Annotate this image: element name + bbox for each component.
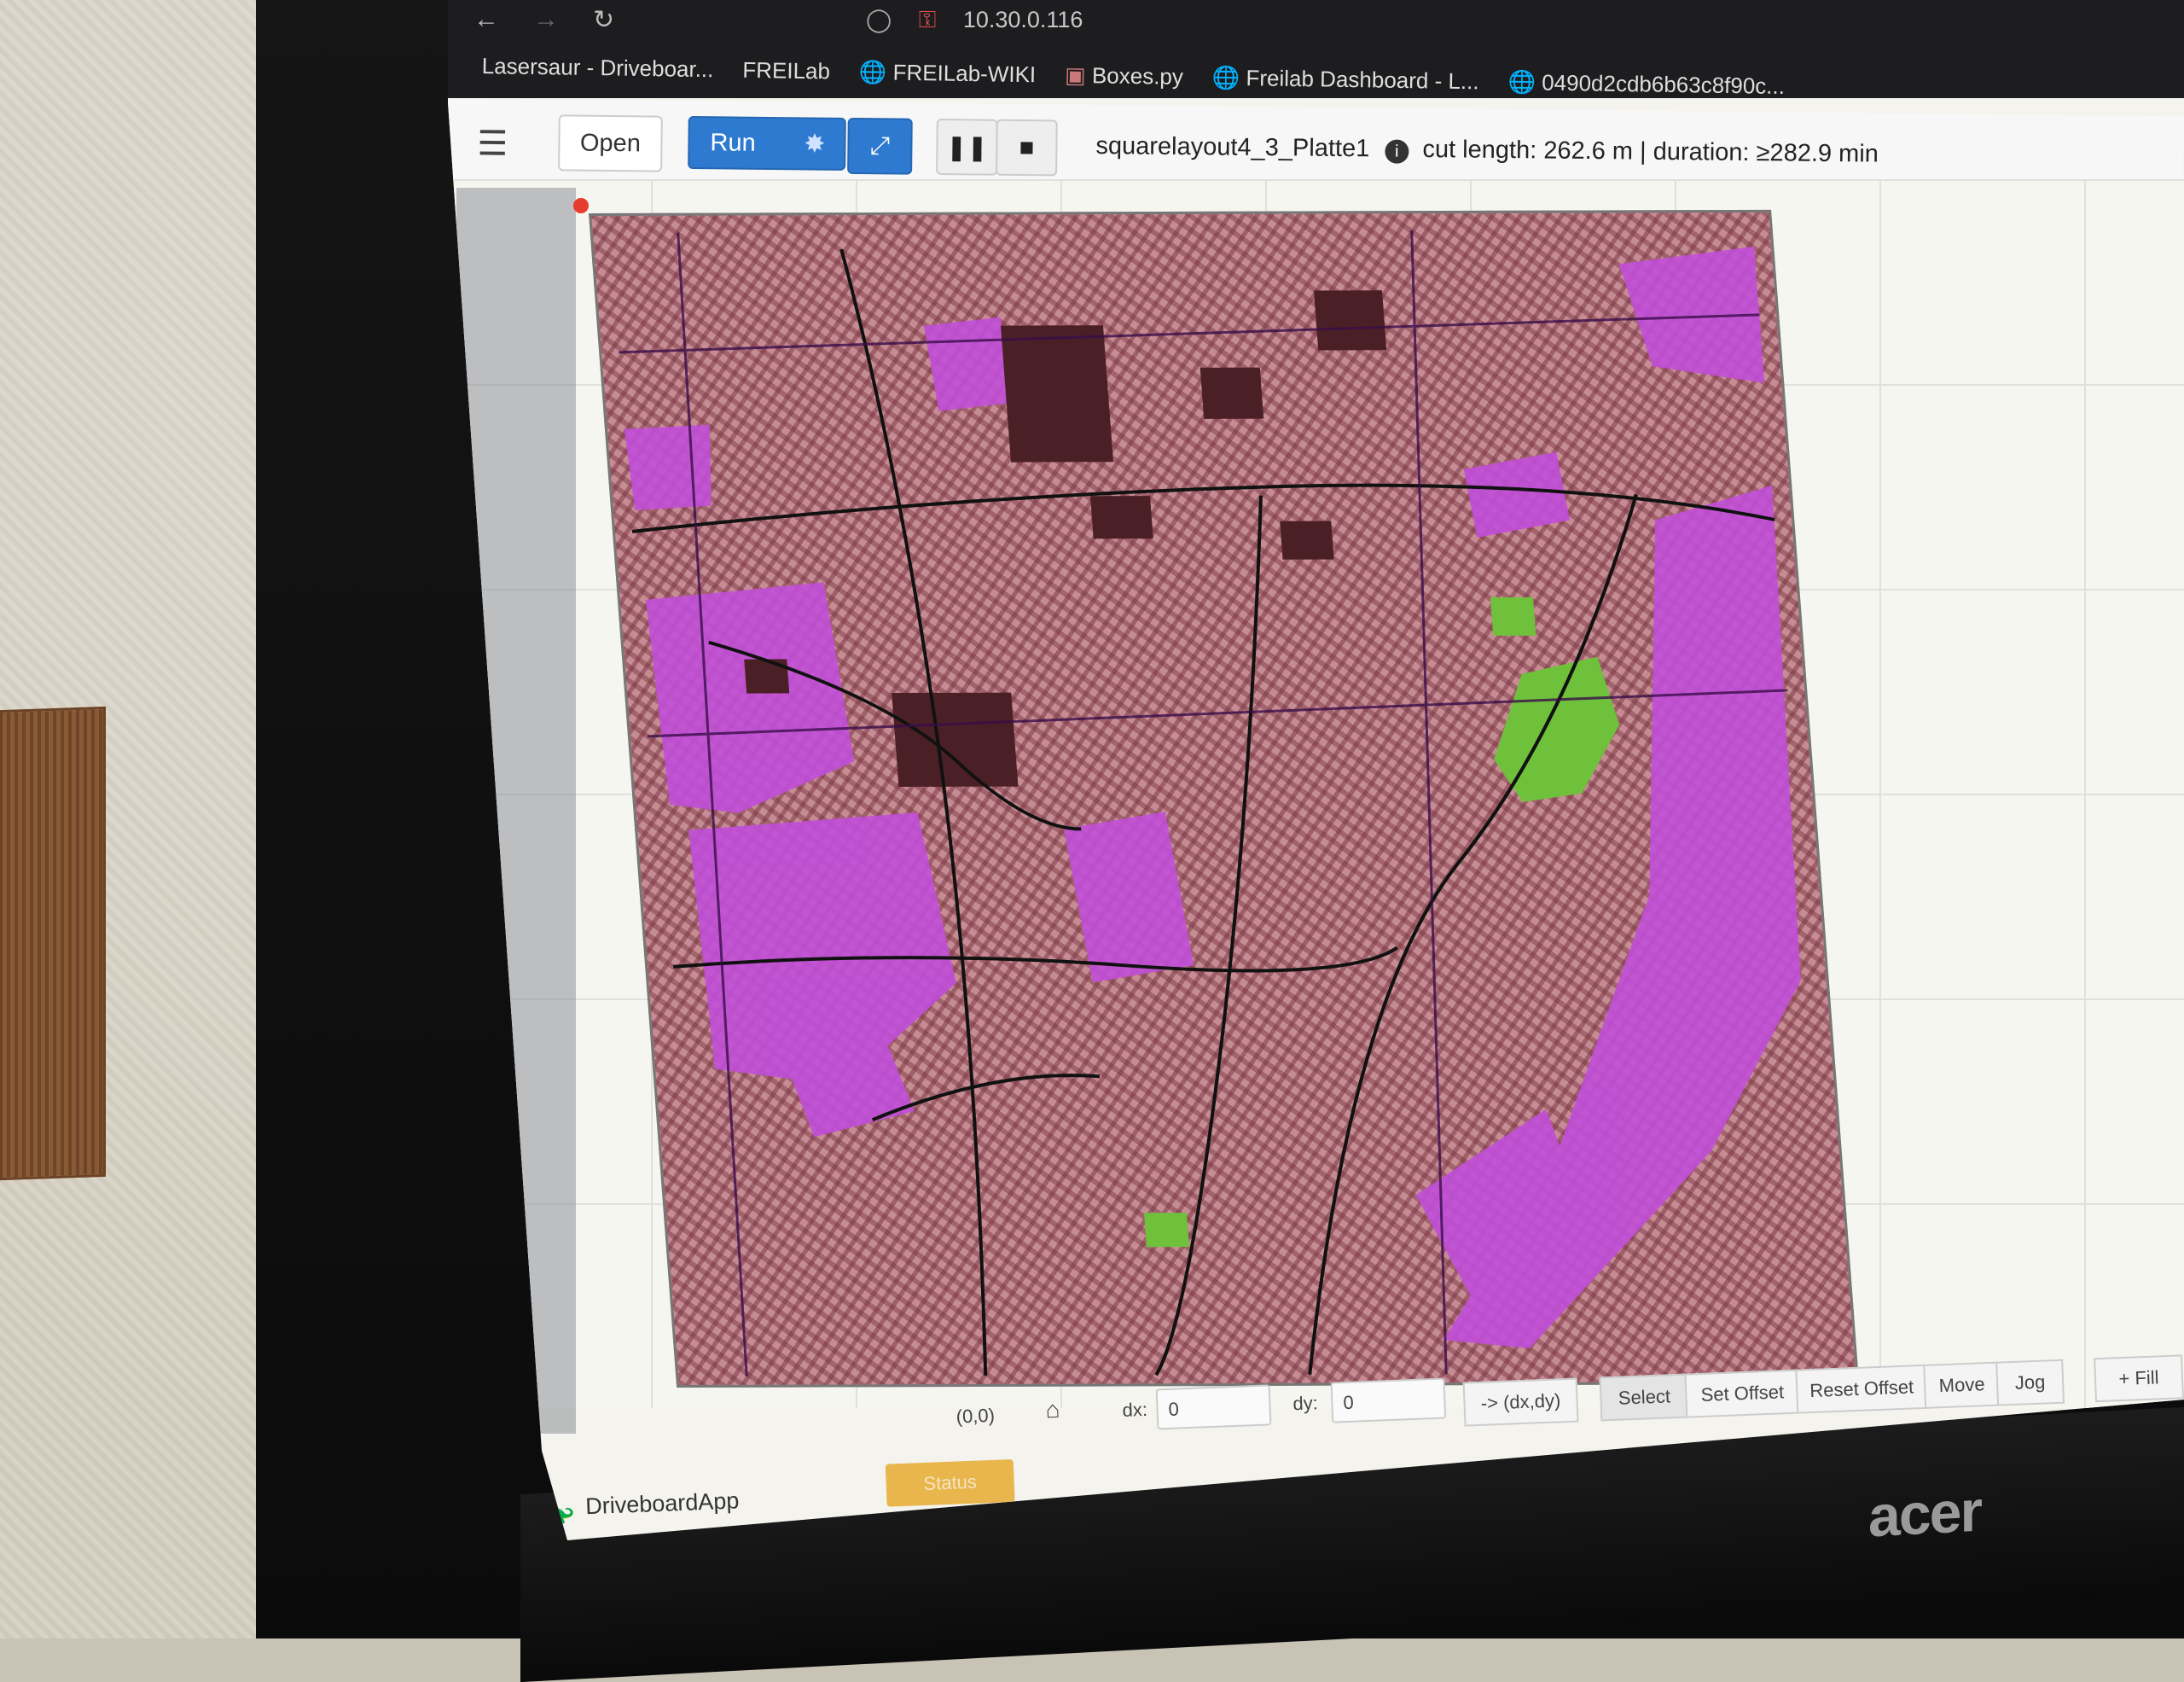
apply-offset-button[interactable]: -> (dx,dy) [1462,1377,1579,1427]
globe-icon: 🌐 [1211,64,1240,90]
building-block [1000,325,1113,463]
park-area [1064,812,1194,983]
bookmark-label: Boxes.py [1091,62,1184,90]
bookmark-freilab[interactable]: FREILab [742,57,830,85]
bookmark-boxes[interactable]: ▣ Boxes.py [1065,62,1183,90]
dx-value: 0 [1168,1398,1180,1420]
bookmark-label: 0490d2cdb6b63c8f90c... [1541,69,1786,99]
app-brand: 🦕 DriveboardApp [537,1482,740,1526]
bookmarks-bar: Lasersaur - Driveboar... FREILab 🌐 FREIL… [482,53,1786,100]
green-field [1490,597,1536,636]
monitor-logo: acer [1868,1478,1981,1550]
building-block [1199,367,1264,419]
run-button[interactable]: Run ✸ [688,115,846,171]
globe-icon: 🌐 [1507,68,1536,96]
building-block [1280,521,1334,560]
bookmark-label: Freilab Dashboard - L... [1246,65,1479,95]
job-stats: cut length: 262.6 m | duration: ≥282.9 m… [1422,135,1879,168]
app-name: DriveboardApp [584,1487,740,1519]
dy-label: dy: [1292,1392,1319,1415]
park-area [645,582,855,813]
jog-mode-button[interactable]: Jog [1995,1359,2065,1406]
dy-input[interactable]: 0 [1330,1377,1447,1423]
origin-marker [573,198,589,213]
url-text: 10.30.0.116 [962,7,1083,32]
browser-chrome: ← → ↻ ◯ ⚿ 10.30.0.116 Lasersaur - Driveb… [448,0,2184,100]
fill-button[interactable]: + Fill [2094,1354,2184,1403]
map-road [631,483,1775,533]
monitor-screen: ← → ↻ ◯ ⚿ 10.30.0.116 Lasersaur - Driveb… [448,0,2184,1540]
job-name: squarelayout4_3_Platte1 [1095,131,1370,163]
pause-icon[interactable]: ❚❚ [936,118,998,176]
building-block [1089,496,1153,539]
dx-label: dx: [1122,1398,1148,1422]
building-block [1313,290,1387,351]
green-field [1143,1213,1189,1248]
bookmark-hash[interactable]: 🌐 0490d2cdb6b63c8f90c... [1507,69,1785,100]
move-mode-button[interactable]: Move [1923,1361,2001,1409]
map-road [839,248,988,1376]
building-block [744,659,790,694]
map-road [619,313,1760,354]
dx-input[interactable]: 0 [1155,1384,1272,1430]
expand-icon[interactable]: ⤢ [847,117,913,175]
map-drawing [619,230,1801,1376]
home-icon[interactable]: ⌂ [1045,1396,1060,1424]
park-area [1463,451,1571,538]
run-label: Run [710,128,756,157]
globe-icon: 🌐 [858,58,887,85]
job-preview-map[interactable] [589,209,1860,1388]
browser-nav: ← → ↻ [473,0,614,39]
box-icon: ▣ [1064,61,1086,89]
reset-offset-button[interactable]: Reset Offset [1795,1364,1929,1414]
bookmark-freilab-wiki[interactable]: 🌐 FREILab-WIKI [859,59,1037,88]
bookmark-label: FREILab-WIKI [892,59,1037,88]
open-button[interactable]: Open [558,114,663,172]
bookmark-dashboard[interactable]: 🌐 Freilab Dashboard - L... [1212,64,1479,95]
status-label: Status [923,1470,978,1495]
park-area [624,424,712,510]
insecure-lock-icon: ⚿ [918,7,937,32]
hamburger-menu-icon[interactable]: ☰ [477,124,508,163]
status-button[interactable]: Status [885,1458,1015,1507]
shield-icon: ◯ [866,7,892,32]
green-field [1494,656,1620,802]
stop-icon[interactable]: ■ [996,119,1058,177]
select-mode-button[interactable]: Select [1599,1373,1690,1422]
info-icon[interactable]: i [1385,139,1409,164]
job-info: squarelayout4_3_Platte1 i cut length: 26… [1095,132,1879,169]
url-bar[interactable]: ◯ ⚿ 10.30.0.116 [866,7,1083,34]
forward-icon[interactable]: → [533,5,559,34]
dy-value: 0 [1342,1391,1355,1414]
building-block [892,692,1019,788]
origin-button[interactable]: (0,0) [956,1405,995,1429]
reload-icon[interactable]: ↻ [593,5,614,35]
back-icon[interactable]: ← [473,5,499,34]
spinner-icon: ✸ [804,129,826,159]
bookmark-lasersaur[interactable]: Lasersaur - Driveboar... [482,53,714,83]
set-offset-button[interactable]: Set Offset [1684,1369,1801,1418]
wooden-panel [0,706,106,1181]
